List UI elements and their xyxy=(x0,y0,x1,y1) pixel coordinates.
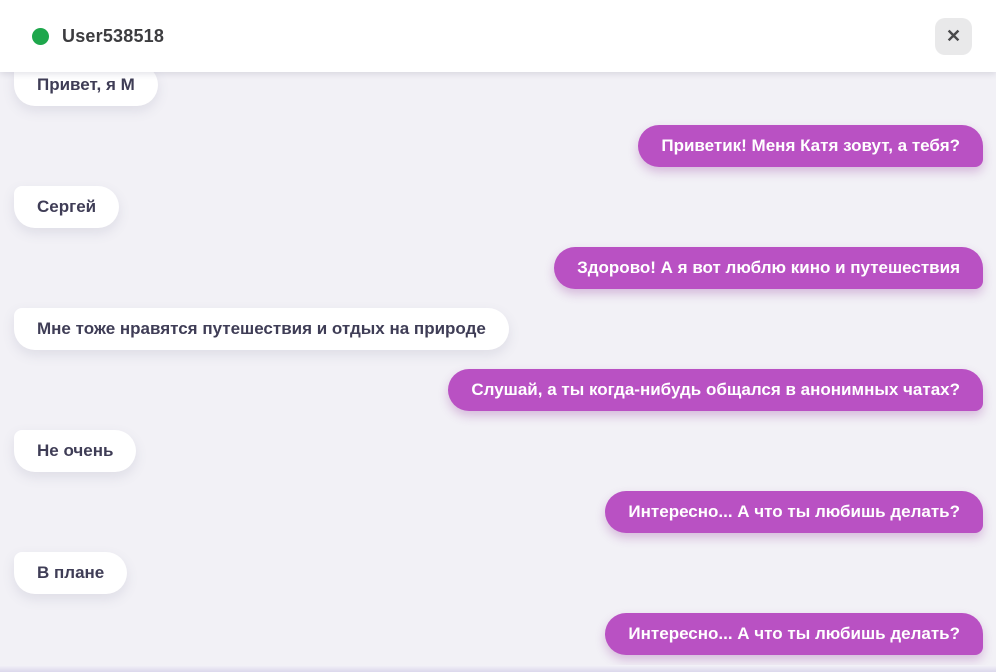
incoming-message-row: Не очень xyxy=(14,430,983,472)
chat-partner-username: User538518 xyxy=(62,25,165,46)
outgoing-message-row: Слушай, а ты когда-нибудь общался в анон… xyxy=(14,369,983,411)
outgoing-message-row: Приветик! Меня Катя зовут, а тебя? xyxy=(14,125,983,167)
incoming-message-row: В плане xyxy=(14,552,983,594)
outgoing-message-bubble: Здорово! А я вот люблю кино и путешестви… xyxy=(554,247,983,289)
input-bar-top-edge xyxy=(0,665,996,672)
incoming-message-bubble: Мне тоже нравятся путешествия и отдых на… xyxy=(14,308,509,350)
close-chat-button[interactable]: ✕ xyxy=(935,17,972,55)
chat-header: User538518 ✕ xyxy=(0,0,996,72)
incoming-message-bubble: Не очень xyxy=(14,430,137,472)
outgoing-message-row: Здорово! А я вот люблю кино и путешестви… xyxy=(14,247,983,289)
incoming-message-bubble: Привет, я М xyxy=(14,72,158,106)
online-status-dot xyxy=(32,27,49,45)
outgoing-message-row: Интересно... А что ты любишь делать? xyxy=(14,491,983,533)
chat-window: User538518 ✕ Привет, я М Приветик! Меня … xyxy=(0,0,996,672)
close-icon: ✕ xyxy=(945,26,962,46)
incoming-message-bubble: Сергей xyxy=(14,186,120,228)
incoming-message-row: Мне тоже нравятся путешествия и отдых на… xyxy=(14,308,983,350)
outgoing-message-bubble: Интересно... А что ты любишь делать? xyxy=(605,613,983,655)
message-scroll-area[interactable]: Привет, я М Приветик! Меня Катя зовут, а… xyxy=(0,72,996,665)
outgoing-message-bubble: Интересно... А что ты любишь делать? xyxy=(605,491,983,533)
incoming-message-bubble: В плане xyxy=(14,552,128,594)
outgoing-message-bubble: Слушай, а ты когда-нибудь общался в анон… xyxy=(448,369,983,411)
outgoing-message-row: Интересно... А что ты любишь делать? xyxy=(14,613,983,655)
outgoing-message-bubble: Приветик! Меня Катя зовут, а тебя? xyxy=(638,125,983,167)
incoming-message-row: Сергей xyxy=(14,186,983,228)
incoming-message-row: Привет, я М xyxy=(14,72,983,106)
